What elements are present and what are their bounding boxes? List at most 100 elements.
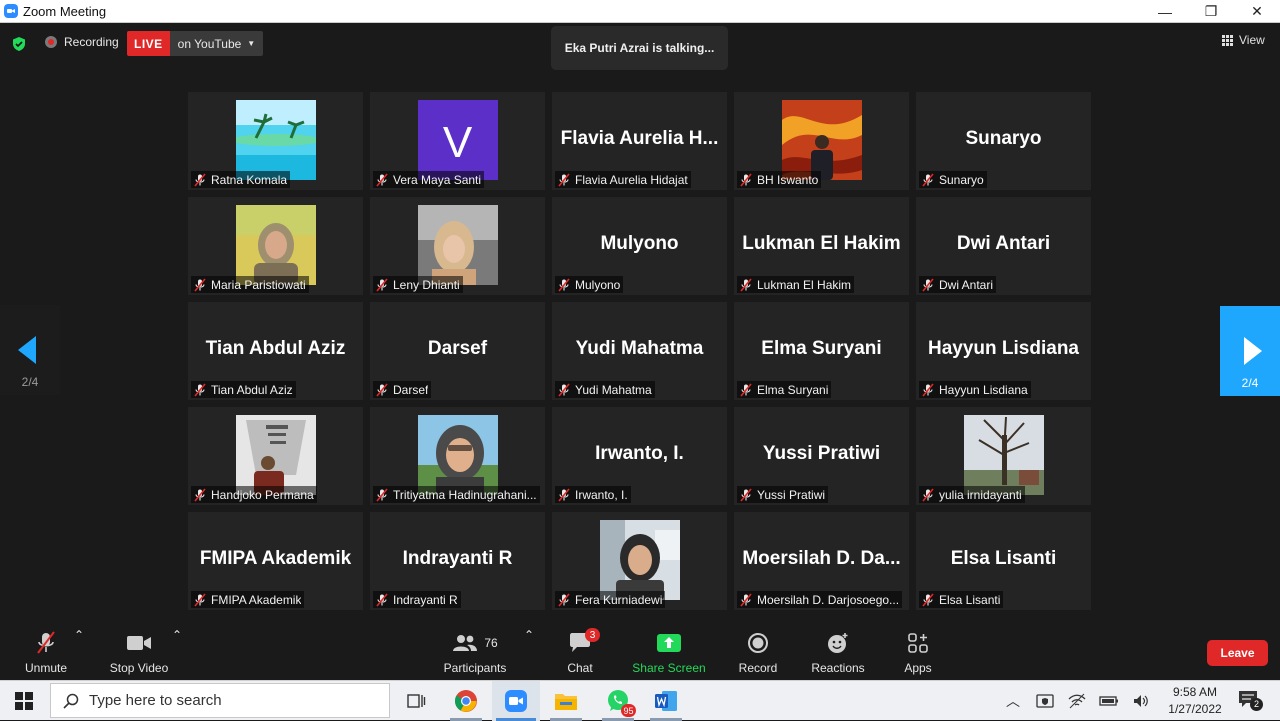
participant-name: Ratna Komala <box>211 172 288 187</box>
participant-tile[interactable]: Sunaryo Sunaryo <box>916 92 1091 190</box>
muted-mic-icon <box>922 592 934 607</box>
stop-video-button[interactable]: Stop Video <box>104 628 174 680</box>
participant-name-label: Yudi Mahatma <box>555 381 655 398</box>
record-label: Record <box>738 661 778 675</box>
participant-name: FMIPA Akademik <box>211 592 302 607</box>
participant-name-label: Darsef <box>373 381 432 398</box>
participant-tile[interactable]: Mulyono Mulyono <box>552 197 727 295</box>
unmute-button[interactable]: Unmute <box>18 628 74 680</box>
close-button[interactable]: ✕ <box>1234 0 1280 23</box>
participant-tile[interactable]: Hayyun Lisdiana Hayyun Lisdiana <box>916 302 1091 400</box>
participant-tile[interactable]: Moersilah D. Da... Moersilah D. Darjosoeg… <box>734 512 909 610</box>
avatar-letter-text: V <box>442 118 473 167</box>
participant-tile[interactable]: Dwi Antari Dwi Antari <box>916 197 1091 295</box>
meeting-toolbar: Unmute ⌃ Stop Video ⌃ 76 Participants ⌃ <box>0 628 1280 680</box>
leave-button[interactable]: Leave <box>1207 640 1268 666</box>
taskbar-clock[interactable]: 9:58 AM 1/27/2022 <box>1160 684 1230 718</box>
muted-mic-icon <box>558 382 570 397</box>
participant-tile[interactable]: Tritiyatma Hadinugrahani... <box>370 407 545 505</box>
participant-display-name: Irwanto, I. <box>595 443 684 464</box>
security-shield-icon[interactable] <box>11 36 27 52</box>
participants-options-chevron-icon[interactable]: ⌃ <box>524 628 534 680</box>
muted-mic-icon <box>740 487 752 502</box>
participant-display-name: Elsa Lisanti <box>950 548 1057 569</box>
participant-name: Flavia Aurelia Hidajat <box>575 172 688 187</box>
participant-name-label: Tian Abdul Aziz <box>191 381 296 398</box>
participant-display-name: Darsef <box>427 338 488 359</box>
recording-indicator[interactable]: Recording <box>45 35 119 49</box>
participant-tile[interactable]: Indrayanti R Indrayanti R <box>370 512 545 610</box>
search-placeholder: Type here to search <box>89 692 222 709</box>
task-view-button[interactable] <box>392 681 440 721</box>
participant-tile[interactable]: Lukman El Hakim Lukman El Hakim <box>734 197 909 295</box>
tray-network[interactable] <box>1066 681 1088 721</box>
record-button[interactable]: Record <box>736 628 780 680</box>
apps-button[interactable]: Apps <box>896 628 940 680</box>
participant-tile[interactable]: Maria Paristiowati <box>188 197 363 295</box>
participant-tile[interactable]: BH Iswanto <box>734 92 909 190</box>
next-page-button[interactable]: 2/4 <box>1220 306 1280 396</box>
taskbar-word[interactable] <box>642 681 690 721</box>
audio-options-chevron-icon[interactable]: ⌃ <box>74 628 84 680</box>
participant-tile[interactable]: Flavia Aurelia H... Flavia Aurelia Hidaja… <box>552 92 727 190</box>
tray-security[interactable] <box>1034 681 1056 721</box>
previous-page-button[interactable]: 2/4 <box>0 305 60 395</box>
tray-volume[interactable] <box>1130 681 1152 721</box>
start-button[interactable] <box>0 681 48 721</box>
participant-name: Handjoko Permana <box>211 487 314 502</box>
chat-label: Chat <box>567 661 593 675</box>
participant-tile[interactable]: Ratna Komala <box>188 92 363 190</box>
participant-name: Sunaryo <box>939 172 984 187</box>
wifi-icon <box>1068 693 1086 709</box>
participant-name-label: Handjoko Permana <box>191 486 317 503</box>
participant-name: Tian Abdul Aziz <box>211 382 293 397</box>
participant-tile[interactable]: Darsef Darsef <box>370 302 545 400</box>
participant-tile[interactable]: Tian Abdul Aziz Tian Abdul Aziz <box>188 302 363 400</box>
active-speaker-banner: Eka Putri Azrai is talking... <box>551 26 728 70</box>
taskbar-zoom[interactable] <box>492 681 540 721</box>
show-hidden-icons[interactable]: ︿ <box>1002 681 1024 721</box>
participant-name-label: Ratna Komala <box>191 171 291 188</box>
participant-name: Indrayanti R <box>393 592 458 607</box>
taskbar-chrome[interactable] <box>442 681 490 721</box>
muted-mic-icon <box>194 277 206 292</box>
muted-mic-icon <box>558 487 570 502</box>
chat-button[interactable]: 3 Chat <box>558 628 602 680</box>
participant-tile[interactable]: Irwanto, I. Irwanto, I. <box>552 407 727 505</box>
participant-tile[interactable]: Elma Suryani Elma Suryani <box>734 302 909 400</box>
live-stream-control[interactable]: LIVE on YouTube ▼ <box>127 31 264 56</box>
clock-date: 1/27/2022 <box>1168 702 1222 716</box>
maximize-button[interactable]: ❐ <box>1188 0 1234 23</box>
tray-battery[interactable] <box>1098 681 1120 721</box>
view-button[interactable]: View <box>1222 33 1265 47</box>
participant-tile[interactable]: V Vera Maya Santi <box>370 92 545 190</box>
participant-name-label: Leny Dhianti <box>373 276 463 293</box>
participant-tile[interactable]: Yudi Mahatma Yudi Mahatma <box>552 302 727 400</box>
participant-tile[interactable]: Yussi Pratiwi Yussi Pratiwi <box>734 407 909 505</box>
share-screen-label: Share Screen <box>632 661 706 675</box>
participant-tile[interactable]: Leny Dhianti <box>370 197 545 295</box>
muted-mic-icon <box>558 172 570 187</box>
taskbar-file-explorer[interactable] <box>542 681 590 721</box>
muted-mic-icon <box>740 277 752 292</box>
participants-button[interactable]: 76 Participants <box>440 628 510 680</box>
participant-display-name: Mulyono <box>600 233 679 254</box>
video-options-chevron-icon[interactable]: ⌃ <box>172 628 182 680</box>
participant-tile[interactable]: Elsa Lisanti Elsa Lisanti <box>916 512 1091 610</box>
live-target-dropdown[interactable]: on YouTube ▼ <box>169 31 264 56</box>
participant-tile[interactable]: FMIPA Akademik FMIPA Akademik <box>188 512 363 610</box>
participant-tile[interactable]: yulia irnidayanti <box>916 407 1091 505</box>
share-screen-button[interactable]: Share Screen <box>630 628 708 680</box>
reactions-button[interactable]: Reactions <box>810 628 866 680</box>
taskbar-whatsapp[interactable]: 95 <box>594 681 642 721</box>
action-center-button[interactable]: 2 <box>1236 681 1263 721</box>
participant-name-label: Tritiyatma Hadinugrahani... <box>373 486 540 503</box>
minimize-button[interactable]: — <box>1142 0 1188 23</box>
painting-background-photo <box>782 100 862 180</box>
participant-tile[interactable]: Fera Kurniadewi <box>552 512 727 610</box>
participant-name: Elsa Lisanti <box>939 592 1001 607</box>
taskbar-search-box[interactable]: Type here to search <box>50 683 390 718</box>
live-target-label: on YouTube <box>177 36 242 51</box>
participant-tile[interactable]: Handjoko Permana <box>188 407 363 505</box>
notification-count: 2 <box>1250 697 1263 711</box>
